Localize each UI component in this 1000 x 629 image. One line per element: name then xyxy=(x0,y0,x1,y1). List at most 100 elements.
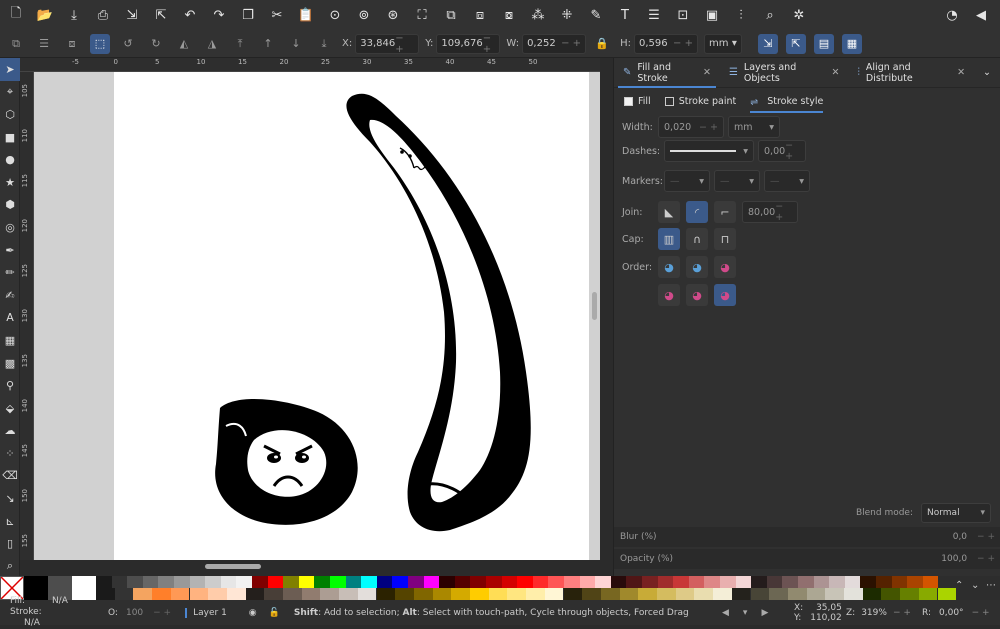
snap-toggle-icon[interactable]: ◔ xyxy=(942,5,962,25)
redo-icon[interactable]: ↷ xyxy=(209,5,229,25)
color-swatch[interactable] xyxy=(507,588,527,600)
color-swatch[interactable] xyxy=(488,588,508,600)
color-swatch[interactable] xyxy=(283,576,299,588)
transform-patterns-icon[interactable]: ▦ xyxy=(841,33,862,54)
color-swatch[interactable] xyxy=(72,576,96,600)
color-swatch[interactable] xyxy=(320,588,340,600)
color-swatch[interactable] xyxy=(673,576,689,588)
color-swatch[interactable] xyxy=(423,576,440,588)
ungroup-icon[interactable]: ⁜ xyxy=(557,5,577,25)
connector-tool-icon[interactable]: ↘ xyxy=(0,487,20,510)
color-swatch[interactable] xyxy=(735,576,752,588)
save-file-icon[interactable]: ⤓ xyxy=(64,5,84,25)
color-swatch[interactable] xyxy=(704,576,720,588)
color-swatch[interactable] xyxy=(766,576,783,588)
color-swatch[interactable] xyxy=(330,576,346,588)
palette-scroll-down-icon[interactable]: ⌄ xyxy=(971,580,979,591)
color-swatch[interactable] xyxy=(158,576,174,588)
color-swatch[interactable] xyxy=(844,576,861,588)
align-distribute-icon[interactable]: ⫶ xyxy=(731,5,751,25)
color-swatch[interactable] xyxy=(600,588,620,600)
x-value[interactable]: 33,846 xyxy=(360,38,395,49)
color-swatch[interactable] xyxy=(532,576,549,588)
zoom-drawing-icon[interactable]: ⊚ xyxy=(354,5,374,25)
tab-fill-and-stroke[interactable]: ✎ Fill and Stroke ✕ xyxy=(614,58,720,88)
color-swatch[interactable] xyxy=(829,576,845,588)
rotate-ccw-icon[interactable]: ↺ xyxy=(118,34,138,54)
color-swatch[interactable] xyxy=(454,576,471,588)
end-marker-select[interactable]: — ▾ xyxy=(764,170,810,192)
zoom-value[interactable]: 319% xyxy=(861,608,887,618)
flip-vertical-icon[interactable]: ◮ xyxy=(202,34,222,54)
h-stepper-icon[interactable]: − + xyxy=(673,38,693,49)
text-tool-icon[interactable]: A xyxy=(0,307,20,330)
color-swatch[interactable] xyxy=(517,576,533,588)
rotation-field[interactable]: R: 0,00° − + xyxy=(922,608,990,618)
transform-gradients-icon[interactable]: ▤ xyxy=(813,33,834,54)
color-swatch[interactable] xyxy=(720,576,736,588)
color-swatch[interactable] xyxy=(657,576,674,588)
layers-icon[interactable]: ☰ xyxy=(644,5,664,25)
layer-visibility-icon[interactable]: ◉ xyxy=(249,608,257,618)
order-fill-markers-stroke-icon[interactable]: ◕ xyxy=(714,256,736,278)
width-value[interactable]: 0,020 xyxy=(664,122,691,133)
paint-bucket-tool-icon[interactable]: ⬙ xyxy=(0,397,20,420)
style-indicator[interactable]: Fill: N/A Stroke: N/A xyxy=(0,596,70,629)
clone-icon[interactable]: ⧈ xyxy=(470,5,490,25)
deselect-icon[interactable]: ⧈ xyxy=(62,34,82,54)
color-swatch[interactable] xyxy=(361,576,377,588)
spiral-tool-icon[interactable]: ◎ xyxy=(0,216,20,239)
color-swatch[interactable] xyxy=(891,576,908,588)
symbols-icon[interactable]: ▣ xyxy=(702,5,722,25)
rotation-value[interactable]: 0,00° xyxy=(939,608,964,618)
color-swatch[interactable] xyxy=(544,588,564,600)
horizontal-scrollbar[interactable] xyxy=(205,564,261,569)
raise-icon[interactable]: ↑ xyxy=(258,34,278,54)
color-swatch[interactable] xyxy=(339,588,358,600)
color-swatch[interactable] xyxy=(96,576,112,588)
h-value[interactable]: 0,596 xyxy=(639,38,668,49)
y-value[interactable]: 109,676 xyxy=(441,38,482,49)
pen-tool-icon[interactable]: ✒ xyxy=(0,239,20,262)
color-swatch[interactable] xyxy=(301,588,321,600)
bevel-join-icon[interactable]: ◣ xyxy=(658,201,680,223)
object-properties-icon[interactable]: ⊡ xyxy=(673,5,693,25)
lock-ratio-icon[interactable]: 🔒 xyxy=(592,34,612,54)
subtab-stroke-paint[interactable]: Stroke paint xyxy=(664,91,736,111)
selector-tool-icon[interactable]: ➤ xyxy=(0,58,20,81)
duplicate-icon[interactable]: ⧉ xyxy=(441,5,461,25)
color-swatch[interactable] xyxy=(470,576,486,588)
blur-value[interactable]: 0,0 xyxy=(953,532,967,542)
color-swatch[interactable] xyxy=(900,588,919,600)
prev-page-icon[interactable]: ◀ xyxy=(722,608,729,618)
h-field[interactable]: H: 0,596 − + xyxy=(620,33,698,54)
color-swatch[interactable] xyxy=(432,588,452,600)
w-stepper-icon[interactable]: − + xyxy=(561,38,581,49)
order-stroke-markers-fill-icon[interactable]: ◕ xyxy=(686,284,708,306)
color-swatch[interactable] xyxy=(245,588,265,600)
color-swatch[interactable] xyxy=(769,588,788,600)
color-swatch[interactable] xyxy=(470,588,489,600)
square-cap-icon[interactable]: ⊓ xyxy=(714,228,736,250)
color-swatch[interactable] xyxy=(750,588,770,600)
palette-menu-icon[interactable]: ⋯ xyxy=(986,580,996,591)
color-swatch[interactable] xyxy=(610,576,627,588)
eraser-tool-icon[interactable]: ⌫ xyxy=(0,465,20,488)
order-markers-stroke-fill-icon[interactable]: ◕ xyxy=(714,284,736,306)
zoom-field[interactable]: Z: 319% − + xyxy=(846,608,911,618)
color-swatch[interactable] xyxy=(152,588,171,600)
order-stroke-fill-markers-icon[interactable]: ◕ xyxy=(686,256,708,278)
text-font-icon[interactable]: T xyxy=(615,5,635,25)
color-swatch[interactable] xyxy=(267,576,284,588)
close-tab-icon[interactable]: ✕ xyxy=(831,67,839,78)
new-document-icon[interactable]: 🗋 xyxy=(6,5,26,25)
color-swatch[interactable] xyxy=(657,588,676,600)
w-field[interactable]: W: 0,252 − + xyxy=(506,33,587,54)
unlink-clone-icon[interactable]: ⧇ xyxy=(499,5,519,25)
page-select-icon[interactable]: ▾ xyxy=(743,608,748,618)
next-page-icon[interactable]: ▶ xyxy=(761,608,768,618)
color-swatch[interactable] xyxy=(787,588,807,600)
lower-icon[interactable]: ↓ xyxy=(286,34,306,54)
color-swatch[interactable] xyxy=(395,588,414,600)
rectangle-tool-icon[interactable]: ■ xyxy=(0,126,20,149)
